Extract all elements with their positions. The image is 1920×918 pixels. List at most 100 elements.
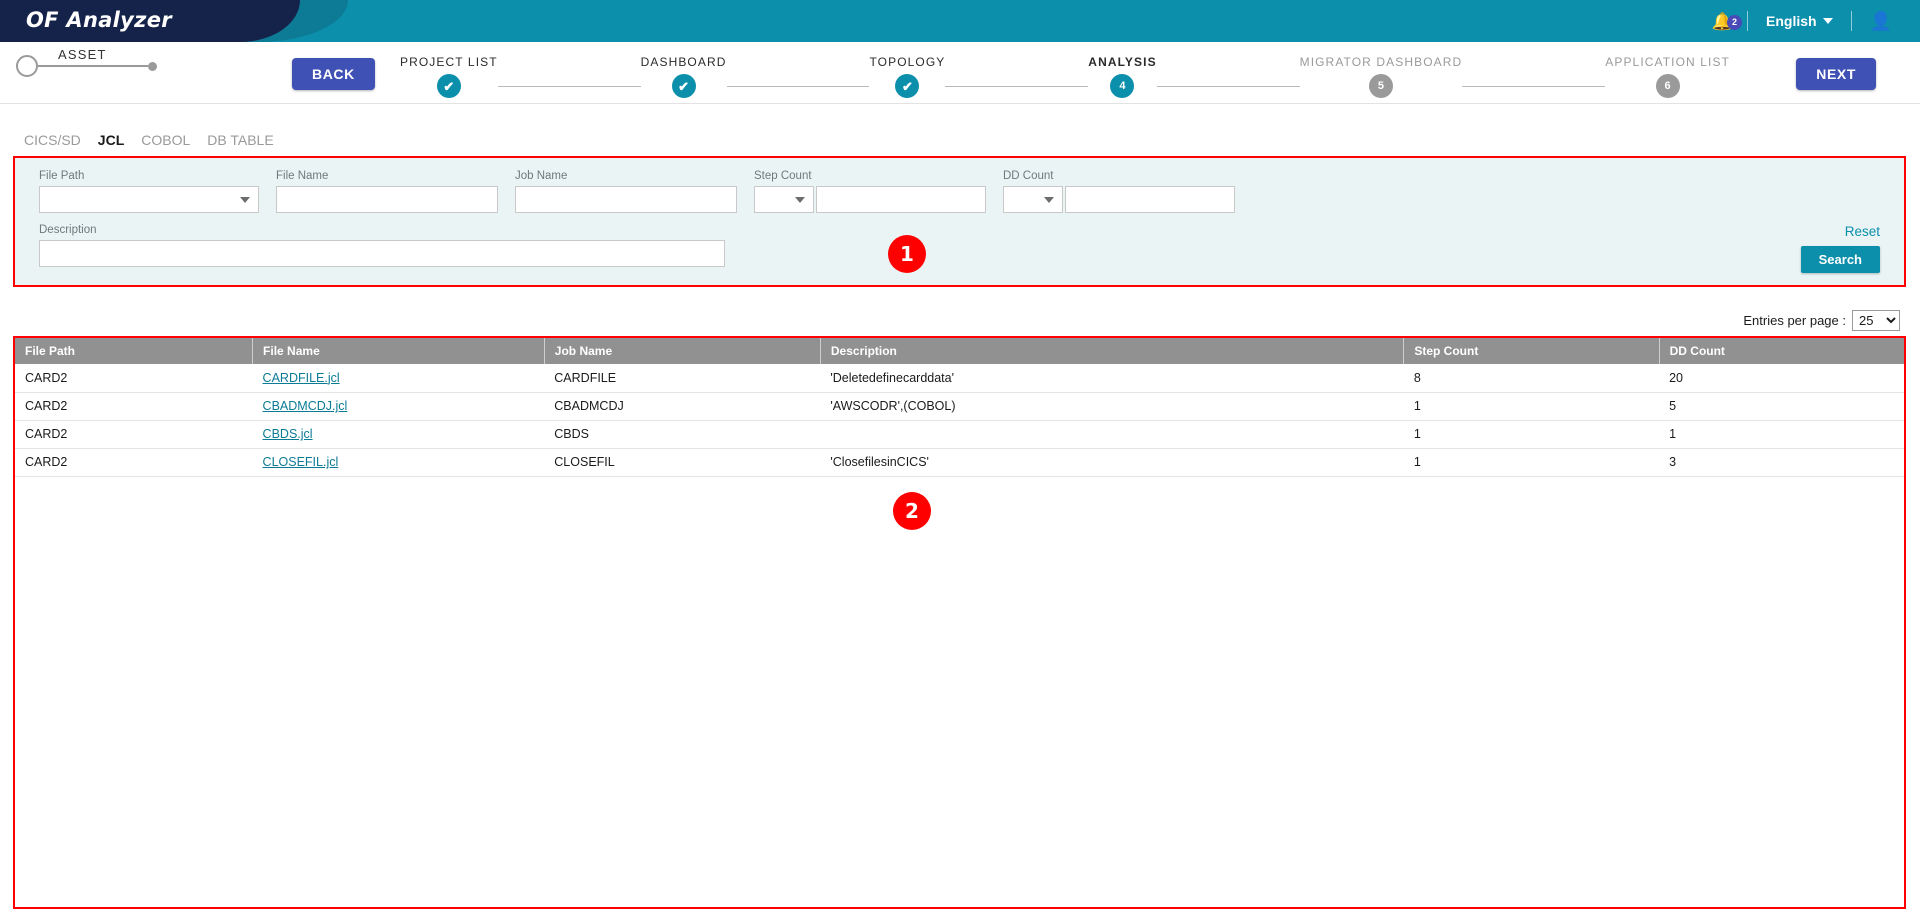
entries-per-page-select[interactable]: 2550100: [1852, 310, 1900, 331]
user-menu-button[interactable]: 👤: [1852, 12, 1906, 30]
cell-file-name[interactable]: CBADMCDJ.jcl: [252, 392, 545, 421]
description-input[interactable]: [39, 240, 725, 267]
file-path-label: File Path: [39, 170, 85, 182]
step-check-icon: ✔: [436, 74, 461, 98]
language-label: English: [1766, 13, 1817, 29]
entries-per-page: Entries per page : 2550100: [1743, 310, 1900, 331]
page-bottom-strip: [0, 911, 1920, 918]
job-name-label: Job Name: [515, 170, 568, 182]
cell-job-name: CBDS: [544, 420, 821, 449]
step-check-icon: ✔: [895, 74, 920, 98]
filter-step-count: Step Count: [754, 170, 986, 213]
chevron-down-icon: [1822, 18, 1833, 24]
file-path-select[interactable]: [39, 186, 259, 213]
app-header: OF Analyzer 🔔 2 English 👤: [0, 0, 1920, 42]
cell-job-name: CBADMCDJ: [544, 392, 821, 421]
cell-step-count: 1: [1403, 420, 1660, 449]
asset-label: ASSET: [58, 47, 107, 62]
filter-file-path: File Path: [39, 170, 259, 213]
table-body: CARD2 CARDFILE.jcl CARDFILE 'Deletedefineca…: [15, 364, 1904, 477]
step-count-combo: [754, 186, 986, 213]
step-connector: [1156, 86, 1300, 87]
entries-per-page-label: Entries per page :: [1743, 313, 1846, 328]
filter-file-name: File Name: [276, 170, 498, 213]
wizard-step-analysis[interactable]: ANALYSIS 4: [1088, 55, 1156, 98]
file-name-link[interactable]: CARDFILE.jcl: [263, 371, 340, 385]
chevron-down-icon: [795, 196, 805, 203]
tab-cobol[interactable]: COBOL: [141, 132, 190, 150]
reset-link[interactable]: Reset: [1845, 224, 1880, 239]
dd-count-operator-select[interactable]: [1003, 186, 1063, 213]
table-header: File Path File Name Job Name Description Ste…: [15, 338, 1904, 364]
tab-db-table[interactable]: DB TABLE: [207, 132, 273, 150]
cell-description: [820, 420, 1404, 449]
cell-dd-count: 1: [1659, 420, 1904, 449]
cell-file-path: CARD2: [15, 448, 253, 477]
wizard-stepbar: ASSET BACK NEXT PROJECT LIST ✔ DASHBOARD ✔ T…: [0, 42, 1920, 104]
cell-description: 'AWSCODR',(COBOL): [820, 392, 1404, 421]
next-button[interactable]: NEXT: [1796, 58, 1876, 90]
step-number: 6: [1655, 74, 1680, 98]
step-count-operator-select[interactable]: [754, 186, 814, 213]
wizard-step-project-list[interactable]: PROJECT LIST ✔: [400, 55, 498, 98]
step-number: 5: [1368, 74, 1393, 98]
step-label: TOPOLOGY: [869, 55, 946, 69]
column-header-step-count[interactable]: Step Count: [1403, 338, 1660, 364]
wizard-step-dashboard[interactable]: DASHBOARD ✔: [641, 55, 727, 98]
asset-connector: [38, 65, 148, 67]
cell-file-path: CARD2: [15, 392, 253, 421]
back-button[interactable]: BACK: [292, 58, 375, 90]
annotation-badge-2: 2: [893, 492, 931, 530]
description-label: Description: [39, 224, 97, 236]
column-header-file-name[interactable]: File Name: [252, 338, 545, 364]
cell-step-count: 1: [1403, 392, 1660, 421]
filter-dd-count: DD Count: [1003, 170, 1235, 213]
results-table-panel: File Path File Name Job Name Description Ste…: [13, 336, 1906, 909]
column-header-description[interactable]: Description: [819, 338, 1404, 364]
file-name-input[interactable]: [276, 186, 498, 213]
table-row: CARD2 CBDS.jcl CBDS 1 1: [15, 420, 1904, 449]
step-label: ANALYSIS: [1088, 55, 1157, 69]
column-header-job-name[interactable]: Job Name: [543, 338, 821, 364]
dd-count-input[interactable]: [1065, 186, 1235, 213]
chevron-down-icon: [240, 196, 250, 203]
app-logo: OF Analyzer: [26, 8, 172, 32]
cell-file-path: CARD2: [15, 420, 253, 449]
wizard-step-application-list[interactable]: APPLICATION LIST 6: [1605, 55, 1730, 98]
cell-file-name[interactable]: CARDFILE.jcl: [252, 364, 545, 393]
tab-cics-sd[interactable]: CICS/SD: [24, 132, 81, 150]
column-header-dd-count[interactable]: DD Count: [1658, 338, 1904, 364]
search-button[interactable]: Search: [1800, 246, 1880, 273]
annotation-badge-1: 1: [888, 235, 926, 273]
cell-file-name[interactable]: CLOSEFIL.jcl: [252, 448, 545, 477]
wizard-step-topology[interactable]: TOPOLOGY ✔: [869, 55, 945, 98]
step-label: DASHBOARD: [640, 55, 727, 69]
cell-dd-count: 3: [1659, 448, 1904, 477]
asset-indicator: ASSET: [16, 47, 157, 77]
language-selector[interactable]: English: [1748, 13, 1851, 29]
job-name-input[interactable]: [515, 186, 737, 213]
step-connector: [497, 86, 641, 87]
filter-fields-row: File Path File Name Job Name Step Count: [39, 170, 1880, 213]
step-connector: [726, 86, 870, 87]
filter-description: Description: [39, 224, 725, 267]
step-count-input[interactable]: [816, 186, 986, 213]
asset-type-tabs: CICS/SD JCL COBOL DB TABLE: [24, 132, 274, 150]
wizard-step-migrator-dashboard[interactable]: MIGRATOR DASHBOARD 5: [1300, 55, 1463, 98]
step-label: APPLICATION LIST: [1605, 55, 1730, 69]
step-check-icon: ✔: [671, 74, 696, 98]
cell-file-name[interactable]: CBDS.jcl: [252, 420, 545, 449]
cell-step-count: 1: [1403, 448, 1660, 477]
cell-description: 'Deletedefinecarddata': [820, 364, 1404, 393]
asset-dot-icon: [148, 61, 157, 71]
notifications-button[interactable]: 🔔 2: [1698, 13, 1747, 30]
table-row: CARD2 CBADMCDJ.jcl CBADMCDJ 'AWSCODR',(COBO…: [15, 392, 1904, 421]
file-name-link[interactable]: CBADMCDJ.jcl: [263, 399, 348, 413]
tab-jcl[interactable]: JCL: [98, 132, 124, 150]
chevron-down-icon: [1044, 196, 1054, 203]
file-name-link[interactable]: CLOSEFIL.jcl: [263, 455, 339, 469]
cell-file-path: CARD2: [15, 364, 253, 393]
file-name-link[interactable]: CBDS.jcl: [263, 427, 313, 441]
table-header-row: File Path File Name Job Name Description Ste…: [15, 338, 1904, 364]
column-header-file-path[interactable]: File Path: [15, 338, 253, 364]
